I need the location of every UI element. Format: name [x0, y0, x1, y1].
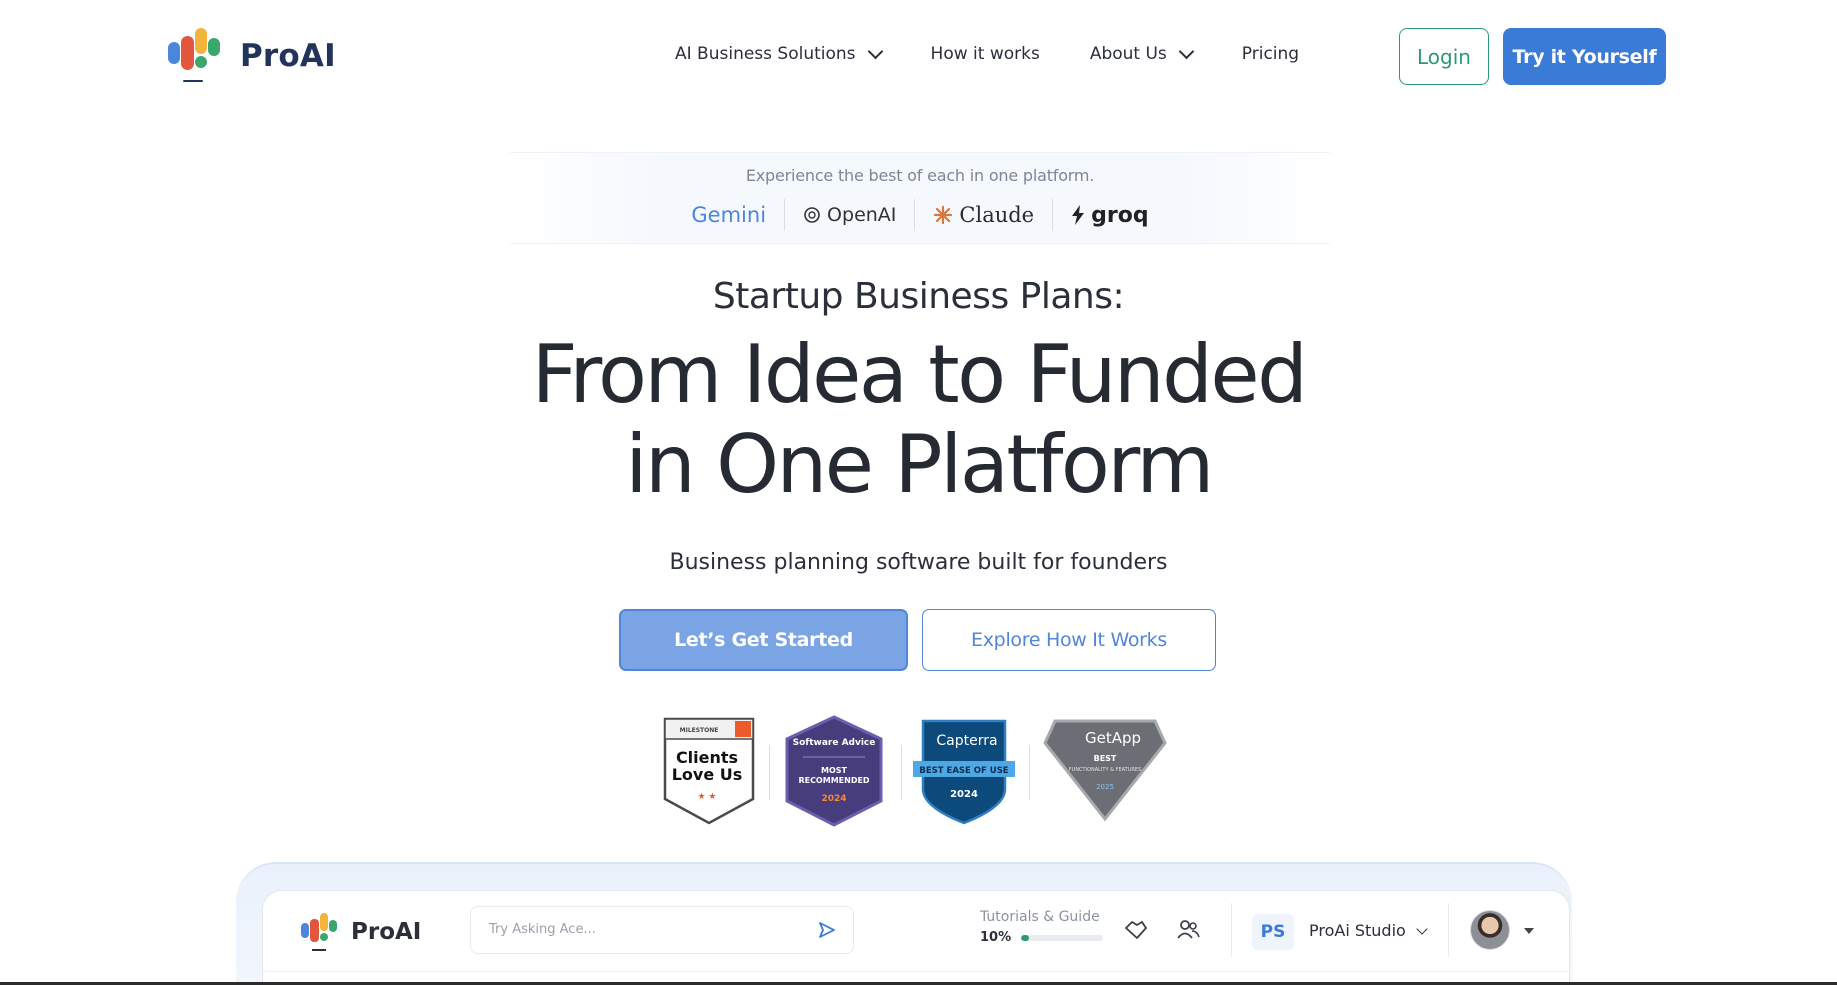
lightning-icon: [1072, 205, 1085, 225]
capterra-badge: Capterra BEST EASE OF USE 2024: [913, 719, 1015, 825]
main-menu: AI Business Solutions How it works About…: [675, 43, 1299, 64]
svg-text:★ ★: ★ ★: [698, 792, 717, 802]
nav-how-it-works[interactable]: How it works: [931, 44, 1040, 64]
groq-logo: groq: [1091, 202, 1149, 228]
headline-line-2: in One Platform: [625, 418, 1214, 511]
provider-groq: groq: [1052, 199, 1166, 231]
nav-label: How it works: [930, 44, 1040, 64]
divider: [263, 971, 1569, 972]
caret-down-icon[interactable]: [1524, 928, 1534, 934]
badge-top-label: Software Advice: [793, 738, 876, 748]
badge-divider: [901, 745, 902, 800]
nav-about-us[interactable]: About Us: [1089, 43, 1195, 64]
nav-label: Pricing: [1241, 44, 1300, 64]
hero-tagline: Business planning software built for fou…: [669, 550, 1168, 575]
workspace-switcher[interactable]: ProAi Studio: [1309, 921, 1428, 940]
getapp-badge: GetApp BEST FUNCTIONALITY & FEATURES 202…: [1043, 719, 1167, 822]
badge-top-label: GetApp: [1085, 729, 1141, 747]
badge-top-label: Capterra: [936, 733, 997, 749]
get-started-button[interactable]: Let’s Get Started: [619, 609, 908, 671]
search-placeholder: Try Asking Ace...: [489, 922, 596, 937]
workspace-name: ProAi Studio: [1309, 921, 1406, 940]
divider: [1448, 903, 1449, 957]
preview-brand-name: ProAI: [351, 919, 422, 945]
try-it-yourself-button[interactable]: Try it Yourself: [1503, 28, 1666, 85]
brand-logo[interactable]: ProAI: [168, 26, 336, 86]
provider-openai: OpenAI: [784, 199, 914, 231]
logo-mark-icon: [301, 913, 337, 951]
nav-label: AI Business Solutions: [675, 44, 856, 64]
badge-divider: [1029, 745, 1030, 800]
claude-logo: Claude: [959, 203, 1035, 227]
tutorials-progress-bar: [1021, 934, 1104, 941]
top-navbar: ProAI AI Business Solutions How it works…: [0, 0, 1837, 112]
tutorials-progress-fill: [1021, 934, 1030, 941]
nav-label: About Us: [1089, 44, 1167, 64]
nav-pricing[interactable]: Pricing: [1242, 44, 1299, 64]
chevron-down-icon: [867, 43, 883, 59]
workspace-initials-badge[interactable]: PS: [1252, 914, 1294, 950]
app-preview-topbar: ProAI Try Asking Ace... Tutorials & Guid…: [262, 890, 1570, 985]
badge-year: 2025: [1096, 783, 1114, 791]
avatar[interactable]: [1470, 910, 1510, 950]
tutorials-percent: 10%: [980, 930, 1012, 945]
logo-mark-icon: [168, 26, 226, 86]
handshake-icon[interactable]: [1123, 917, 1149, 943]
hero-subtitle: Startup Business Plans:: [712, 276, 1125, 317]
chevron-down-icon: [1416, 922, 1428, 935]
badge-line-2: FUNCTIONALITY & FEATURES: [1069, 767, 1141, 773]
badge-line-1: BEST: [1094, 754, 1117, 763]
brand-name: ProAI: [240, 38, 336, 74]
badge-year: 2024: [821, 794, 846, 804]
tutorials-label: Tutorials & Guide: [980, 909, 1100, 925]
hero-headline: From Idea to Funded in One Platform: [0, 330, 1837, 510]
preview-brand-logo: ProAI: [301, 911, 421, 953]
headline-line-1: From Idea to Funded: [531, 328, 1308, 421]
ai-provider-strip: Experience the best of each in one platf…: [510, 152, 1330, 244]
badge-top-label: MILESTONE: [680, 727, 719, 734]
ask-ace-search-input[interactable]: Try Asking Ace...: [470, 906, 854, 954]
openai-icon: [804, 207, 820, 223]
g2-clients-love-us-badge: MILESTONE Clients Love Us ★ ★: [663, 717, 755, 825]
badge-line-2: RECOMMENDED: [798, 776, 869, 785]
explore-how-it-works-button[interactable]: Explore How It Works: [922, 609, 1216, 671]
provider-gemini: Gemini: [673, 199, 784, 231]
badge-line-2: Love Us: [672, 765, 743, 784]
badge-divider: [769, 745, 770, 800]
gemini-logo: Gemini: [691, 203, 767, 227]
badge-year: 2024: [950, 789, 978, 800]
login-button[interactable]: Login: [1399, 28, 1489, 85]
tutorials-progress[interactable]: Tutorials & Guide 10%: [980, 909, 1104, 945]
badge-line-1: BEST EASE OF USE: [919, 766, 1008, 776]
provider-logos: Gemini OpenAI Claude groq: [510, 199, 1330, 231]
divider: [1231, 903, 1232, 957]
provider-caption: Experience the best of each in one platf…: [745, 166, 1095, 185]
badge-line-1: MOST: [821, 766, 848, 775]
users-icon[interactable]: [1175, 917, 1201, 943]
claude-sunburst-icon: [934, 205, 953, 225]
award-badges: MILESTONE Clients Love Us ★ ★ Software A…: [655, 715, 1175, 830]
provider-claude: Claude: [914, 199, 1052, 231]
send-icon[interactable]: [817, 920, 837, 940]
software-advice-badge: Software Advice MOST RECOMMENDED 2024: [785, 715, 883, 827]
chevron-down-icon: [1178, 43, 1195, 59]
nav-ai-business-solutions[interactable]: AI Business Solutions: [675, 43, 883, 64]
openai-logo: OpenAI: [827, 204, 897, 226]
